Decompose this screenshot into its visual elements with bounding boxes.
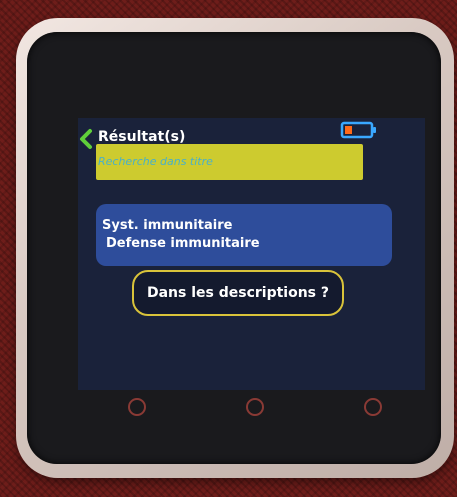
search-input[interactable]: Recherche dans titre [96,144,363,180]
chevron-left-icon[interactable] [78,128,94,150]
result-item[interactable]: Defense immunitaire [106,236,260,252]
results-list[interactable]: Syst. immunitaire Defense immunitaire [96,204,392,266]
touch-button-right[interactable] [364,398,382,416]
device-screen: Résultat(s) Recherche dans titre Syst. i… [78,118,425,390]
result-item[interactable]: Syst. immunitaire [102,218,232,234]
touch-button-middle[interactable] [246,398,264,416]
battery-low-icon [340,120,378,140]
search-in-descriptions-button[interactable]: Dans les descriptions ? [132,270,344,316]
search-placeholder: Recherche dans titre [98,155,213,168]
touch-button-left[interactable] [128,398,146,416]
